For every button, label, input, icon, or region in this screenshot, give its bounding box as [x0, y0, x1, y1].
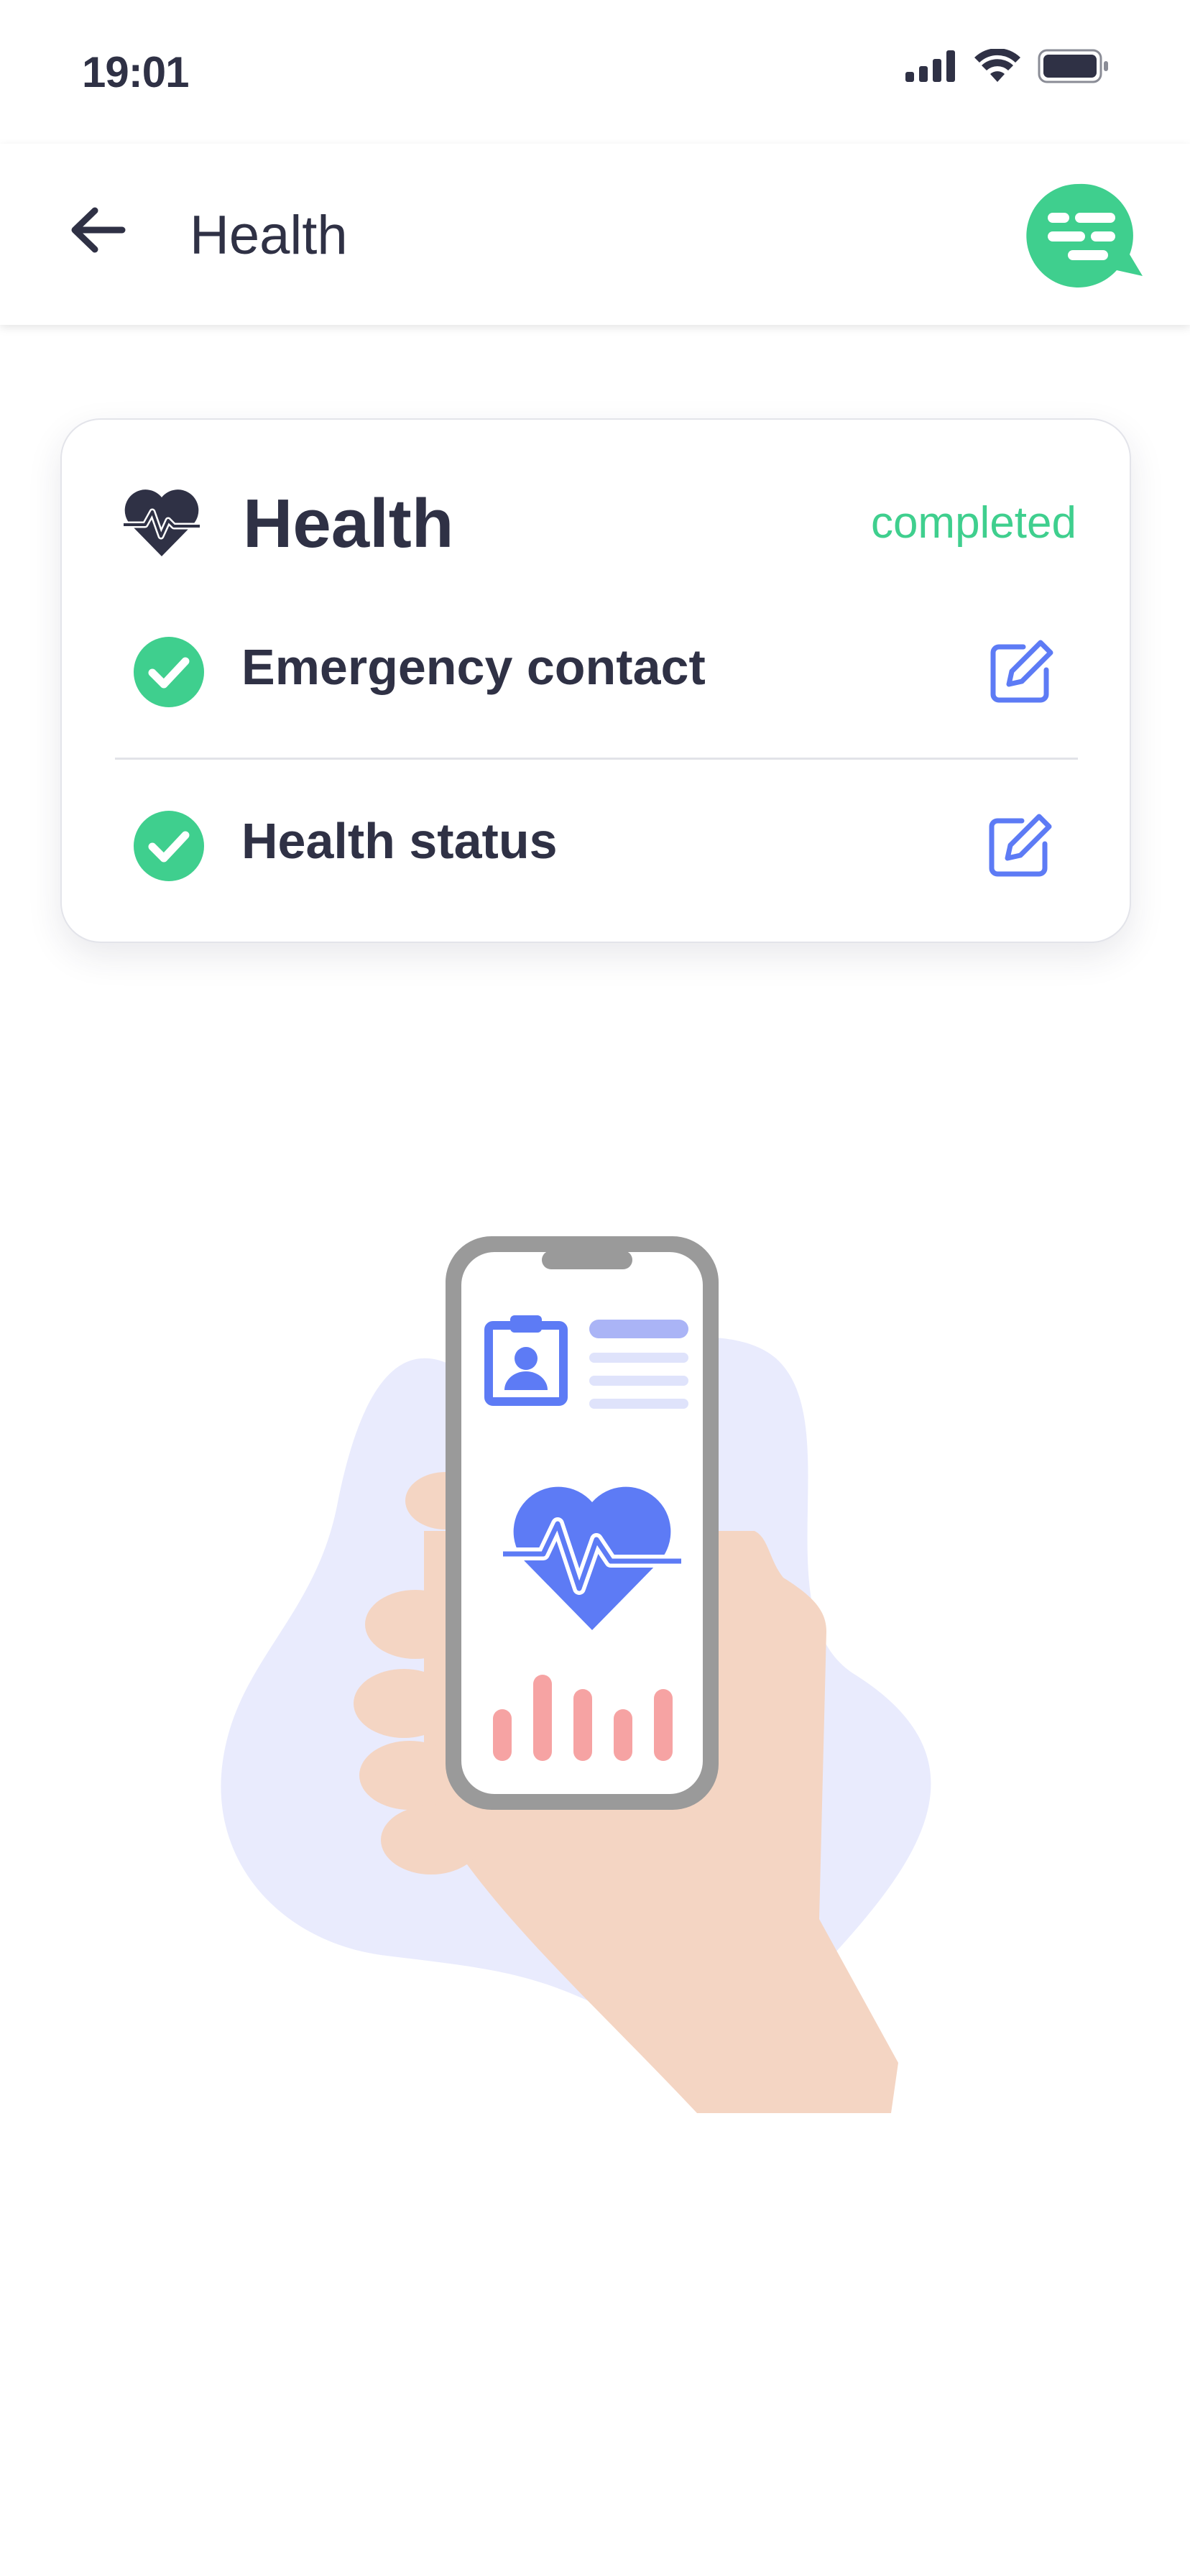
page-title: Health — [190, 205, 348, 266]
status-icons — [905, 49, 1110, 83]
text-line — [589, 1399, 688, 1409]
edit-icon[interactable] — [987, 812, 1053, 878]
divider — [115, 758, 1078, 760]
status-time: 19:01 — [82, 48, 189, 96]
hand-holding-phone-health-illustration — [221, 1236, 931, 2113]
finger — [354, 1669, 454, 1738]
signal-icon — [905, 50, 955, 82]
heart-pulse-icon — [124, 489, 200, 556]
bar — [533, 1675, 552, 1761]
text-line — [589, 1376, 688, 1386]
text-line — [589, 1320, 688, 1338]
chat-bubble-icon — [1026, 183, 1143, 288]
check-circle-icon — [134, 811, 204, 881]
bar — [614, 1709, 632, 1761]
check-circle-icon — [134, 637, 204, 707]
finger — [359, 1741, 460, 1810]
status-label: completed — [870, 498, 1076, 548]
status-bar: 19:01 — [0, 0, 1190, 144]
bar — [493, 1709, 512, 1761]
phone-notch — [542, 1251, 632, 1269]
arrow-left-icon — [71, 207, 126, 253]
item-label: Health status — [241, 813, 558, 869]
battery-icon — [1038, 49, 1108, 83]
app-header: Health — [0, 144, 1190, 325]
wifi-icon — [974, 49, 1020, 82]
item-label: Emergency contact — [241, 639, 706, 695]
finger — [381, 1806, 481, 1874]
bar — [654, 1689, 673, 1761]
bar — [573, 1689, 592, 1761]
text-line — [589, 1353, 688, 1363]
card-title: Health — [243, 485, 454, 562]
edit-icon[interactable] — [989, 638, 1055, 704]
back-button[interactable] — [63, 196, 132, 264]
chat-button[interactable] — [1023, 183, 1145, 290]
